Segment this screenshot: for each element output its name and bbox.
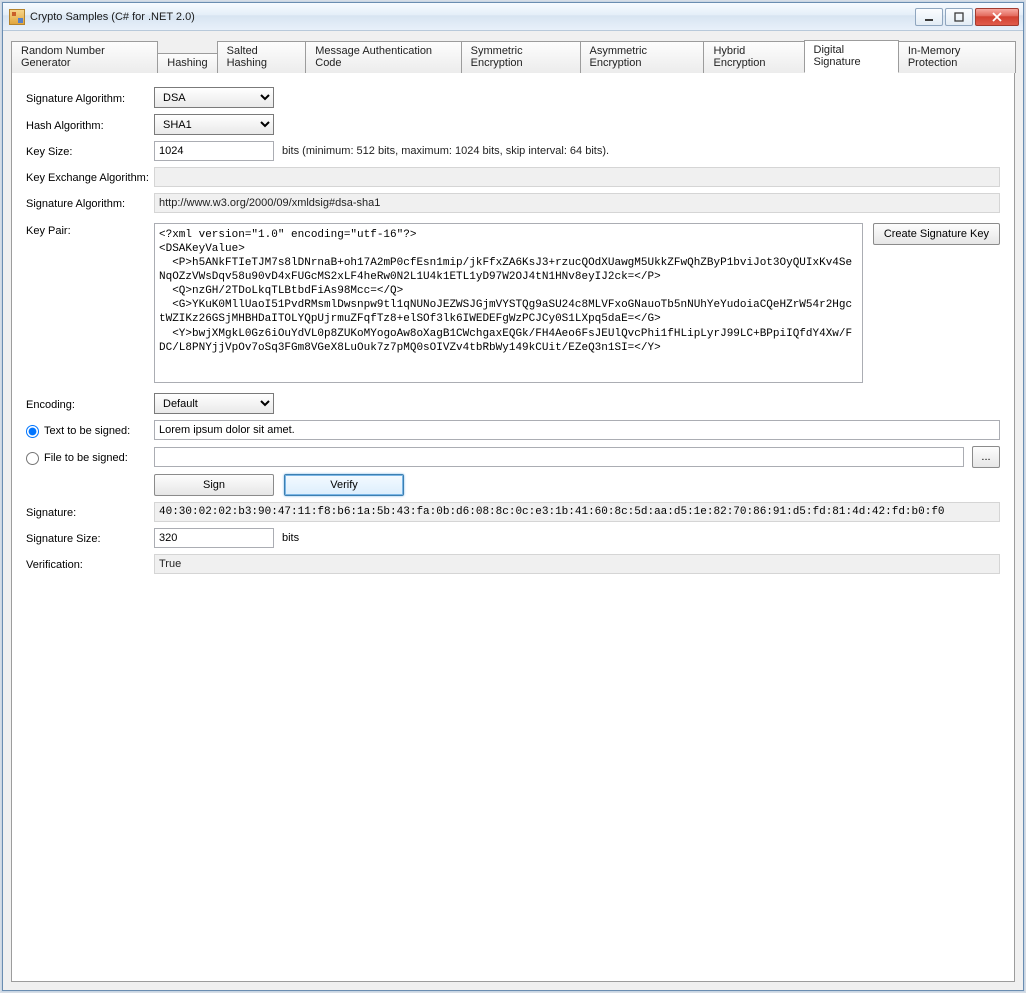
maximize-icon <box>954 12 964 22</box>
label-text-to-sign: Text to be signed: <box>44 425 130 437</box>
verification-field: True <box>154 554 1000 574</box>
label-signature-size: Signature Size: <box>26 531 154 545</box>
label-key-pair: Key Pair: <box>26 223 154 237</box>
label-file-to-sign: File to be signed: <box>44 452 128 464</box>
key-size-input[interactable] <box>154 141 274 161</box>
maximize-button[interactable] <box>945 8 973 26</box>
verify-button[interactable]: Verify <box>284 474 404 496</box>
label-signature-algorithm: Signature Algorithm: <box>26 91 154 105</box>
key-exchange-field <box>154 167 1000 187</box>
app-icon <box>9 9 25 25</box>
tab-salted-hashing[interactable]: Salted Hashing <box>217 41 307 73</box>
signature-size-field <box>154 528 274 548</box>
encoding-combo[interactable]: Default <box>154 393 274 414</box>
file-to-sign-input[interactable] <box>154 447 964 467</box>
tabstrip: Random Number Generator Hashing Salted H… <box>11 39 1015 72</box>
hash-algorithm-combo[interactable]: SHA1 <box>154 114 274 135</box>
window-title: Crypto Samples (C# for .NET 2.0) <box>30 11 195 23</box>
signature-size-unit: bits <box>282 532 299 544</box>
minimize-button[interactable] <box>915 8 943 26</box>
label-encoding: Encoding: <box>26 397 154 411</box>
key-pair-textarea[interactable]: <?xml version="1.0" encoding="utf-16"?> … <box>154 223 863 383</box>
file-to-sign-radio[interactable] <box>26 452 39 465</box>
tab-message-authentication-code[interactable]: Message Authentication Code <box>305 41 461 73</box>
tab-panel-digital-signature: Signature Algorithm: DSA Hash Algorithm:… <box>11 72 1015 982</box>
signature-field: 40:30:02:02:b3:90:47:11:f8:b6:1a:5b:43:f… <box>154 502 1000 522</box>
key-size-hint: bits (minimum: 512 bits, maximum: 1024 b… <box>282 145 609 157</box>
tab-hashing[interactable]: Hashing <box>157 53 217 73</box>
close-icon <box>991 12 1003 22</box>
tab-asymmetric-encryption[interactable]: Asymmetric Encryption <box>580 41 705 73</box>
signature-algorithm-url-field: http://www.w3.org/2000/09/xmldsig#dsa-sh… <box>154 193 1000 213</box>
browse-file-button[interactable]: ... <box>972 446 1000 468</box>
tab-symmetric-encryption[interactable]: Symmetric Encryption <box>461 41 581 73</box>
text-to-sign-radio[interactable] <box>26 425 39 438</box>
text-to-sign-input[interactable] <box>154 420 1000 440</box>
label-signature: Signature: <box>26 505 154 519</box>
app-window: Crypto Samples (C# for .NET 2.0) Random … <box>2 2 1024 991</box>
close-button[interactable] <box>975 8 1019 26</box>
label-signature-algorithm-url: Signature Algorithm: <box>26 196 154 210</box>
tab-hybrid-encryption[interactable]: Hybrid Encryption <box>703 41 804 73</box>
tab-random-number-generator[interactable]: Random Number Generator <box>11 41 158 73</box>
client-area: Random Number Generator Hashing Salted H… <box>3 31 1023 990</box>
label-verification: Verification: <box>26 557 154 571</box>
titlebar[interactable]: Crypto Samples (C# for .NET 2.0) <box>3 3 1023 31</box>
signature-algorithm-combo[interactable]: DSA <box>154 87 274 108</box>
create-signature-key-button[interactable]: Create Signature Key <box>873 223 1000 245</box>
minimize-icon <box>924 12 934 22</box>
tab-in-memory-protection[interactable]: In-Memory Protection <box>898 41 1016 73</box>
sign-button[interactable]: Sign <box>154 474 274 496</box>
tab-digital-signature[interactable]: Digital Signature <box>804 40 899 73</box>
label-key-size: Key Size: <box>26 144 154 158</box>
label-hash-algorithm: Hash Algorithm: <box>26 118 154 132</box>
label-key-exchange-algorithm: Key Exchange Algorithm: <box>26 170 154 184</box>
